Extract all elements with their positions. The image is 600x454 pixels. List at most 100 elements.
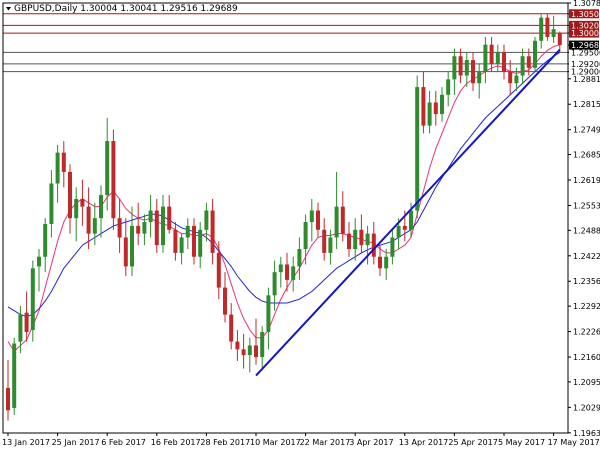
candle-body bbox=[285, 264, 289, 280]
candle-body bbox=[452, 56, 457, 80]
candle-body bbox=[185, 225, 190, 238]
candle-body bbox=[353, 229, 358, 250]
level-label-text: 1.29000 bbox=[571, 68, 600, 77]
candle-body bbox=[378, 256, 382, 269]
y-tick-label: 1.25530 bbox=[573, 201, 600, 210]
y-tick-label: 1.21600 bbox=[573, 353, 600, 362]
candle-body bbox=[415, 87, 420, 211]
x-tick-label: 5 May 2017 bbox=[498, 438, 545, 447]
candle-body bbox=[123, 237, 128, 267]
candle-body bbox=[130, 225, 134, 267]
x-tick-label: 17 May 2017 bbox=[548, 438, 600, 447]
candle-body bbox=[18, 314, 23, 342]
level-label-text: 1.29689 bbox=[571, 41, 600, 50]
y-tick-label: 1.26190 bbox=[573, 176, 600, 185]
candle-body bbox=[272, 272, 277, 296]
candle-body bbox=[557, 32, 562, 46]
candle-body bbox=[309, 210, 314, 223]
candle-body bbox=[55, 152, 60, 184]
y-tick-label: 1.28155 bbox=[573, 100, 600, 109]
candle-body bbox=[173, 229, 178, 253]
candle-body bbox=[80, 198, 85, 207]
candle-body bbox=[105, 141, 110, 196]
candle-body bbox=[266, 295, 271, 332]
candle-body bbox=[117, 218, 122, 238]
y-tick-label: 1.22920 bbox=[573, 302, 600, 311]
candle-body bbox=[365, 233, 370, 246]
candle-body bbox=[216, 252, 221, 288]
x-tick-label: 22 Mar 2017 bbox=[300, 438, 351, 447]
level-label-1.30500: 1.30500 bbox=[569, 9, 600, 19]
candle-body bbox=[43, 223, 48, 257]
candle-body bbox=[30, 268, 35, 331]
candle-1 bbox=[12, 337, 17, 415]
candle-body bbox=[68, 171, 72, 219]
candle-body bbox=[12, 343, 17, 408]
candle-body bbox=[223, 287, 227, 315]
candle-body bbox=[458, 56, 463, 76]
y-tick-label: 1.19635 bbox=[573, 429, 600, 438]
candle-body bbox=[551, 29, 556, 37]
candle-body bbox=[24, 312, 29, 332]
candle-87 bbox=[545, 13, 550, 41]
candle-body bbox=[384, 256, 389, 269]
candle-body bbox=[254, 345, 258, 358]
candle-body bbox=[396, 225, 401, 238]
level-label-text: 1.30000 bbox=[571, 29, 600, 38]
y-tick-label: 1.22260 bbox=[573, 328, 600, 337]
x-tick-label: 16 Feb 2017 bbox=[151, 438, 201, 447]
candle-body bbox=[464, 60, 469, 76]
candle-66 bbox=[415, 75, 420, 219]
y-tick-label: 1.24225 bbox=[573, 252, 600, 261]
candle-body bbox=[359, 229, 364, 246]
candle-body bbox=[328, 237, 333, 253]
candle-body bbox=[471, 60, 475, 84]
candle-body bbox=[235, 341, 240, 350]
candle-body bbox=[545, 17, 550, 37]
candle-body bbox=[495, 52, 500, 64]
candle-body bbox=[61, 152, 66, 172]
candle-body bbox=[477, 71, 482, 84]
candle-body bbox=[291, 266, 296, 280]
candle-body bbox=[409, 210, 413, 230]
candle-body bbox=[136, 225, 141, 234]
candle-body bbox=[92, 218, 97, 234]
x-tick-label: 25 Jan 2017 bbox=[52, 438, 100, 447]
candle-body bbox=[148, 210, 153, 223]
candle-body bbox=[278, 264, 283, 273]
candle-body bbox=[99, 195, 103, 219]
candle-body bbox=[371, 233, 376, 257]
y-tick-label: 1.23565 bbox=[573, 277, 600, 286]
x-tick-label: 25 Apr 2017 bbox=[448, 438, 497, 447]
y-tick-label: 1.20295 bbox=[573, 403, 600, 412]
candle-body bbox=[74, 198, 79, 219]
x-tick-label: 13 Jan 2017 bbox=[2, 438, 50, 447]
candle-body bbox=[241, 349, 246, 356]
candle-body bbox=[111, 141, 116, 219]
candle-body bbox=[322, 229, 327, 253]
candle-body bbox=[347, 233, 351, 250]
candle-body bbox=[402, 225, 407, 230]
level-label-1.29000: 1.29000 bbox=[569, 67, 600, 77]
candle-body bbox=[526, 56, 531, 68]
y-tick-label: 1.24885 bbox=[573, 226, 600, 235]
candle-body bbox=[433, 102, 438, 115]
candle-body bbox=[297, 249, 302, 267]
chart-title-text: GBPUSD,Daily 1.30004 1.30041 1.29516 1.2… bbox=[14, 4, 238, 14]
x-tick-label: 28 Feb 2017 bbox=[200, 438, 250, 447]
candle-body bbox=[37, 256, 41, 267]
candle-body bbox=[489, 44, 494, 64]
candle-body bbox=[502, 52, 506, 72]
candle-body bbox=[179, 237, 184, 253]
candle-85 bbox=[533, 36, 537, 72]
y-tick-label: 1.27495 bbox=[573, 126, 600, 135]
candle-body bbox=[421, 87, 426, 126]
candle-body bbox=[427, 102, 432, 126]
candle-body bbox=[303, 222, 308, 250]
candle-body bbox=[6, 387, 10, 411]
candle-body bbox=[334, 206, 339, 238]
candle-body bbox=[539, 17, 544, 41]
candle-body bbox=[508, 71, 513, 84]
candle-body bbox=[440, 94, 444, 115]
level-label-1.30000: 1.30000 bbox=[569, 28, 600, 38]
